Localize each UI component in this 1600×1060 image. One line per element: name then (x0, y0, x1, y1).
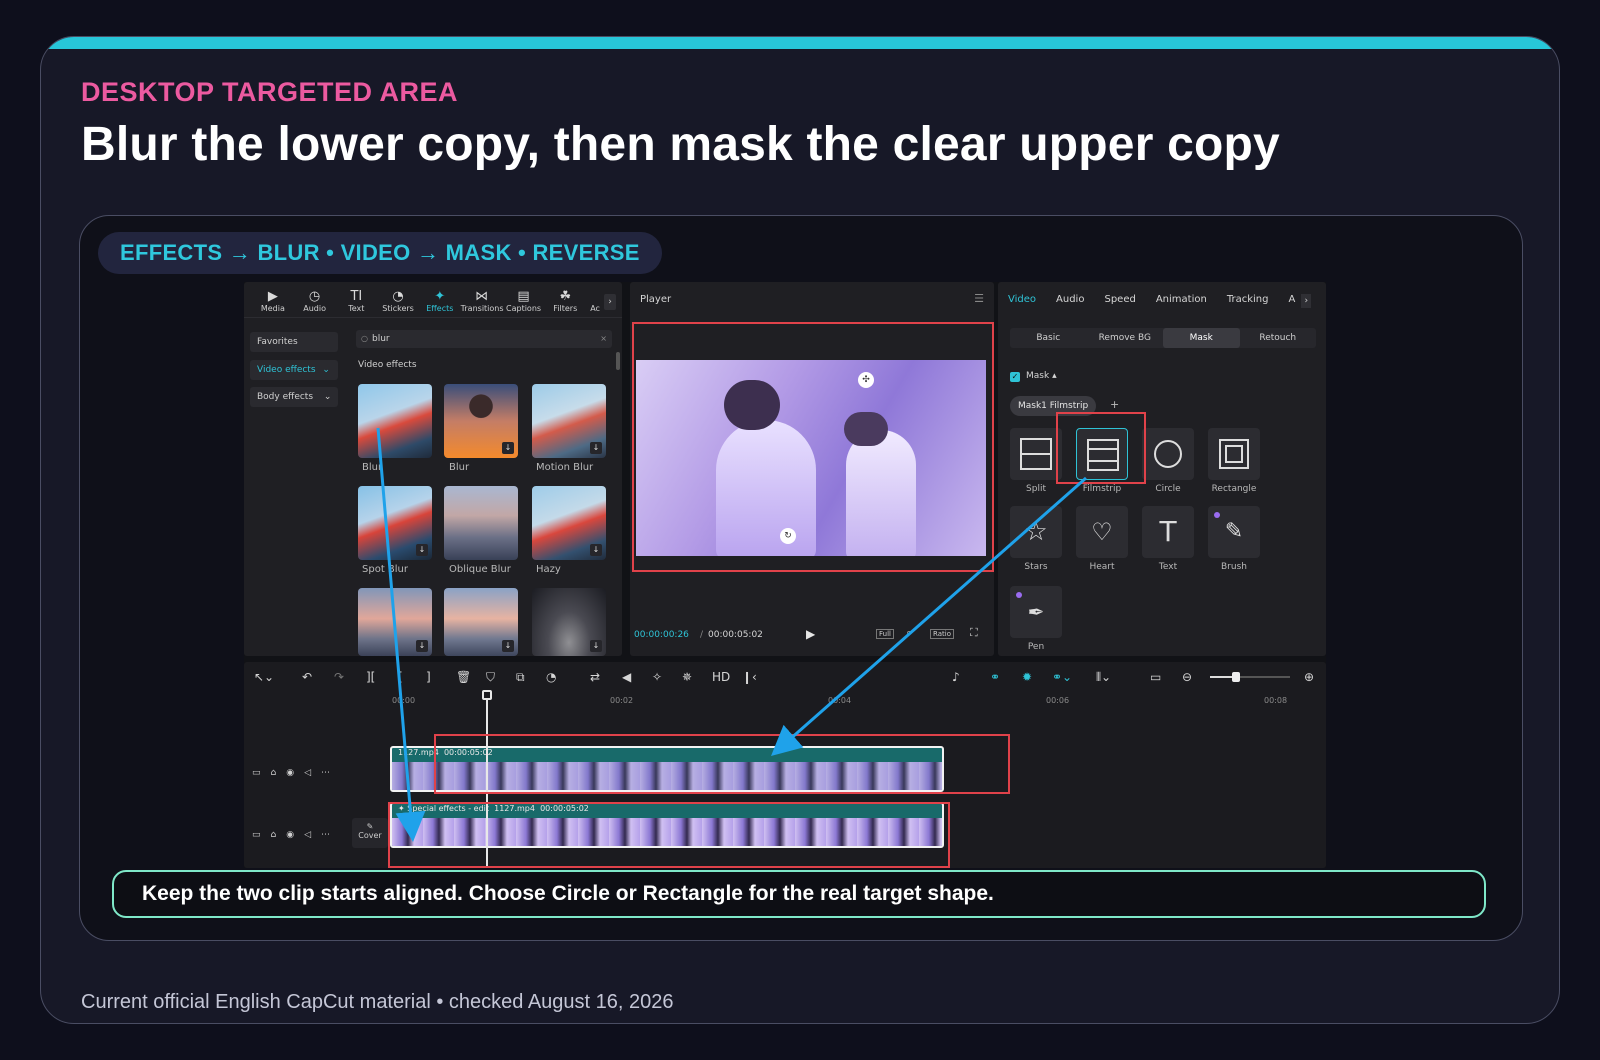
arrow-mask-to-upper-clip (771, 476, 1087, 756)
accent-bar (41, 37, 1559, 49)
kicker-label: DESKTOP TARGETED AREA (81, 77, 459, 107)
arrow-effect-to-lower-clip (376, 427, 426, 842)
screenshot-card: EFFECTS → BLUR • VIDEO → MASK • REVERSE … (79, 215, 1523, 941)
tip-note: Keep the two clip starts aligned. Choose… (112, 870, 1486, 918)
capcut-window: ▶ Media ◷ Audio TI Text ◔ Stickers ✦ Effects … (244, 282, 1326, 868)
path-pill: EFFECTS → BLUR • VIDEO → MASK • REVERSE (98, 232, 662, 274)
callout-arrows (376, 427, 1087, 842)
slide: DESKTOP TARGETED AREA Blur the lower cop… (40, 36, 1560, 1024)
slide-title: Blur the lower copy, then mask the clear… (81, 118, 1280, 171)
footer-source: Current official English CapCut material… (81, 991, 674, 1013)
